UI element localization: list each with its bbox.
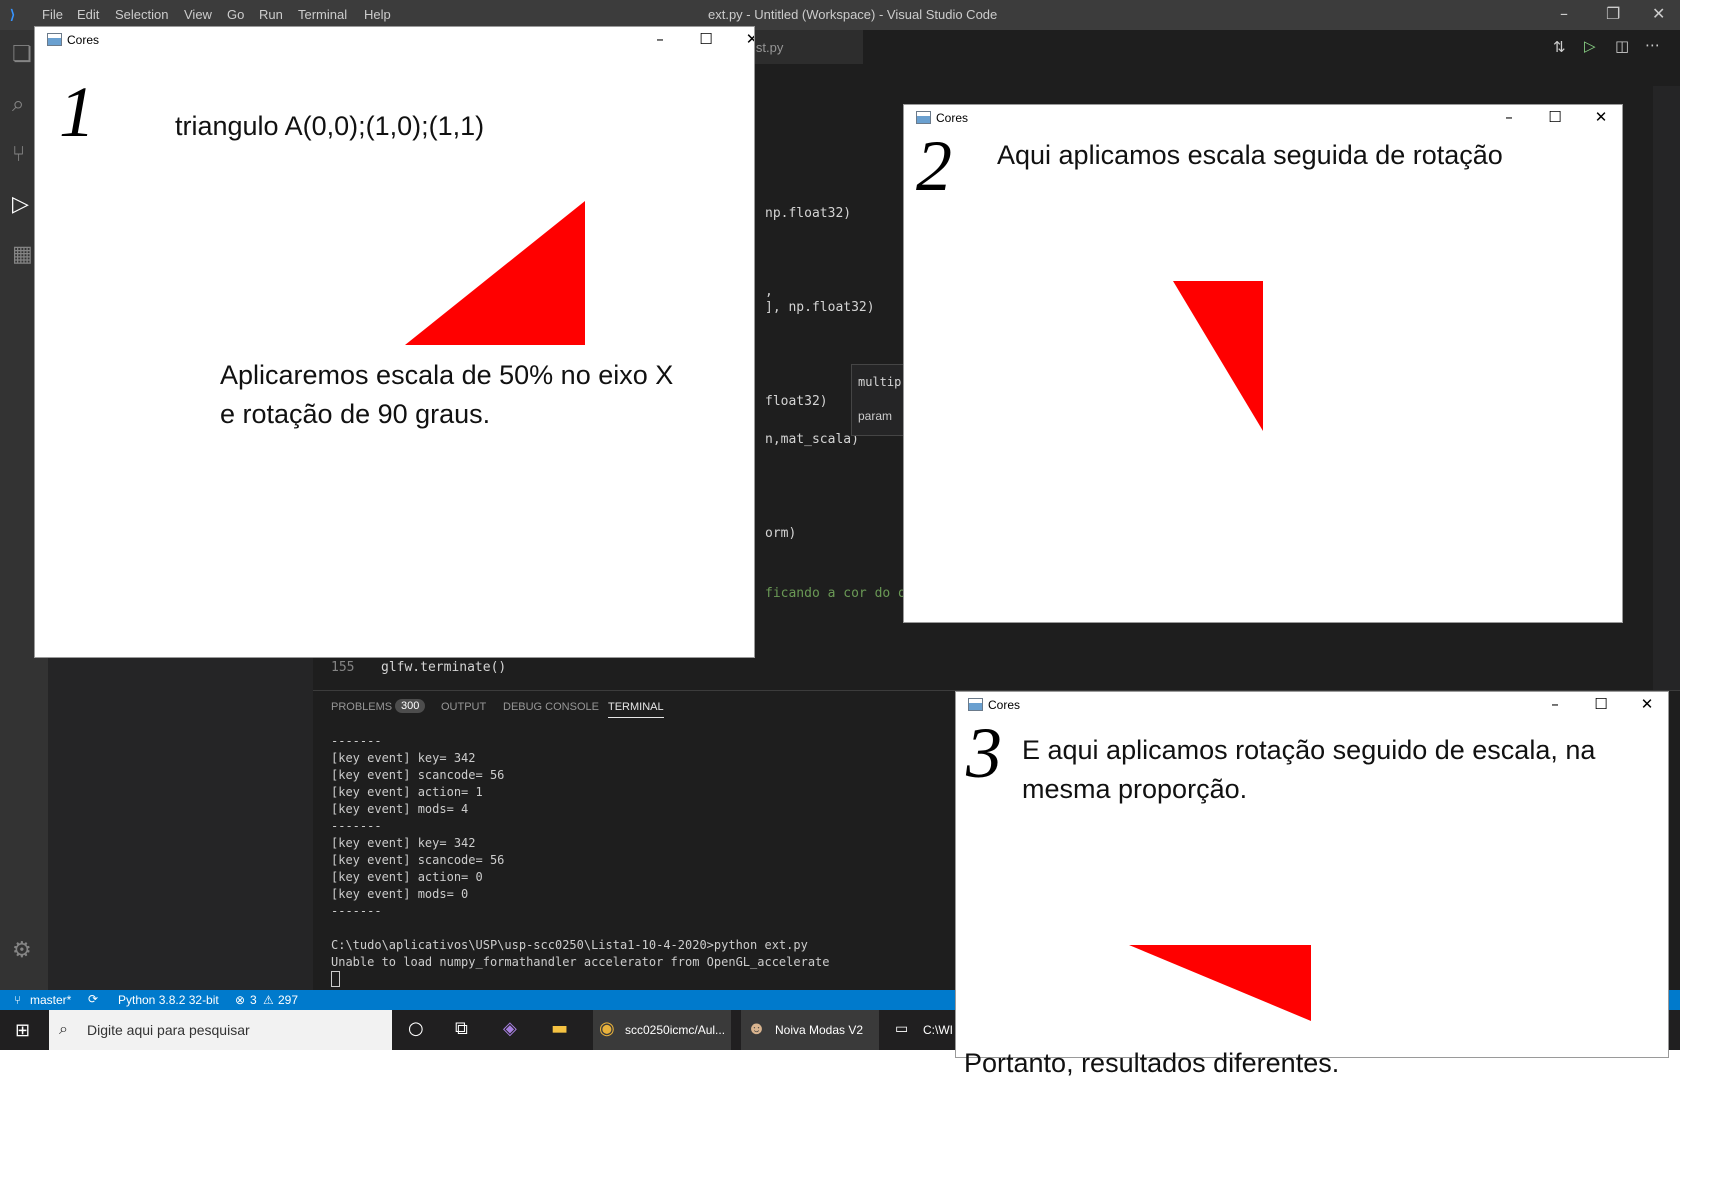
windows-start-icon[interactable]: ⊞ bbox=[15, 1020, 30, 1041]
cores-window-1[interactable]: Cores – ☐ ✕ 1 triangulo A(0,0);(1,0);(1,… bbox=[34, 26, 755, 658]
red-triangle bbox=[1129, 945, 1311, 1021]
sync-icon[interactable]: ⟳ bbox=[88, 992, 98, 1006]
gear-icon[interactable]: ⚙ bbox=[12, 938, 32, 963]
cores-window-2[interactable]: Cores – ☐ ✕ 2 Aqui aplicamos escala segu… bbox=[903, 104, 1623, 623]
menu-view[interactable]: View bbox=[184, 7, 212, 22]
terminal-line: [key event] key= 342 bbox=[331, 836, 476, 850]
cortana-icon[interactable]: ○ bbox=[408, 1018, 424, 1039]
warning-count[interactable]: 297 bbox=[278, 993, 298, 1007]
taskbar-app-label: C:\WI bbox=[923, 1023, 953, 1037]
run-debug-icon[interactable]: ▷ bbox=[12, 192, 29, 217]
user-avatar-icon: ☻ bbox=[747, 1018, 766, 1038]
branch-icon: ⑂ bbox=[14, 993, 22, 1007]
task-view-icon[interactable]: ⧉ bbox=[455, 1018, 468, 1039]
menu-go[interactable]: Go bbox=[227, 7, 244, 22]
editor-tab-label: ist.py bbox=[753, 40, 784, 55]
taskbar-app-label: Noiva Modas V2 bbox=[775, 1023, 864, 1037]
menu-terminal[interactable]: Terminal bbox=[298, 7, 347, 22]
terminal-cursor bbox=[331, 971, 340, 987]
cores-window-3[interactable]: Cores – ☐ ✕ 3 E aqui aplicamos rotação s… bbox=[955, 691, 1669, 1058]
search-icon: ⌕ bbox=[59, 1019, 68, 1038]
code-line: glfw.terminate() bbox=[381, 660, 507, 675]
taskbar-app-label: scc0250icmc/Aul... bbox=[625, 1023, 726, 1037]
split-editor-icon[interactable]: ◫ bbox=[1615, 37, 1629, 55]
conclusion-text: Portanto, resultados diferentes. bbox=[964, 1048, 1340, 1078]
run-icon[interactable]: ▷ bbox=[1584, 37, 1596, 55]
minimize-icon[interactable]: – bbox=[1560, 4, 1568, 23]
terminal-line: [key event] action= 1 bbox=[331, 785, 483, 799]
restore-icon[interactable]: ❐ bbox=[1606, 4, 1620, 23]
annotation-text: e rotação de 90 graus. bbox=[220, 399, 491, 429]
problems-count-badge: 300 bbox=[395, 699, 426, 713]
terminal-line: ------- bbox=[331, 904, 382, 918]
code-line: np.float32) bbox=[765, 206, 852, 221]
error-icon: ⊗ bbox=[235, 993, 246, 1007]
code-comment: ficando a cor do ob bbox=[765, 586, 914, 601]
code-line: n,mat_scala) bbox=[765, 432, 859, 447]
taskbar-app-noiva[interactable]: ☻ Noiva Modas V2 bbox=[741, 1010, 879, 1050]
search-icon[interactable]: ⌕ bbox=[12, 92, 24, 117]
warning-icon: ⚠ bbox=[263, 993, 274, 1007]
chrome-icon: ◉ bbox=[599, 1018, 615, 1038]
code-line: ], np.float32) bbox=[765, 300, 875, 315]
terminal-line: Unable to load numpy_formathandler accel… bbox=[331, 955, 830, 969]
triangle-canvas bbox=[1129, 945, 1311, 1021]
file-explorer-icon[interactable]: ▬ bbox=[551, 1018, 568, 1039]
menu-edit[interactable]: Edit bbox=[77, 7, 99, 22]
explorer-icon[interactable]: ❏ bbox=[12, 42, 32, 67]
extensions-icon[interactable]: ▦ bbox=[12, 242, 33, 267]
menu-run[interactable]: Run bbox=[259, 7, 283, 22]
terminal-line: [key event] scancode= 56 bbox=[331, 768, 505, 782]
triangle-canvas bbox=[1173, 281, 1263, 431]
hover-line: param bbox=[858, 409, 893, 423]
triangle-canvas bbox=[405, 201, 585, 345]
code-line: float32) bbox=[765, 394, 828, 409]
line-number: 155 bbox=[331, 660, 355, 675]
close-icon[interactable]: ✕ bbox=[1652, 4, 1665, 23]
taskbar-app-cmd[interactable]: ▭ C:\WI bbox=[889, 1010, 953, 1050]
vscode-logo-icon: ⟩ bbox=[10, 7, 16, 22]
git-branch[interactable]: master* bbox=[30, 993, 71, 1007]
terminal-line: [key event] mods= 4 bbox=[331, 802, 469, 816]
error-count[interactable]: 3 bbox=[250, 993, 257, 1007]
tab-terminal[interactable]: TERMINAL bbox=[608, 701, 664, 718]
terminal-line: ------- bbox=[331, 734, 382, 748]
minimap[interactable] bbox=[1653, 86, 1680, 690]
terminal-output[interactable]: ------- [key event] key= 342 [key event]… bbox=[331, 733, 830, 987]
code-line: orm) bbox=[765, 526, 797, 541]
annotation-text: Aplicaremos escala de 50% no eixo X bbox=[220, 360, 674, 390]
red-triangle bbox=[405, 201, 585, 345]
tab-problems[interactable]: PROBLEMS bbox=[331, 701, 392, 713]
taskbar-search-box[interactable]: ⌕ Digite aqui para pesquisar bbox=[49, 1010, 392, 1050]
terminal-line: [key event] key= 342 bbox=[331, 751, 476, 765]
compare-icon[interactable]: ⇅ bbox=[1553, 38, 1566, 56]
terminal-line: [key event] mods= 0 bbox=[331, 887, 469, 901]
tab-output[interactable]: OUTPUT bbox=[441, 701, 486, 713]
terminal-line: [key event] scancode= 56 bbox=[331, 853, 505, 867]
editor-tab[interactable]: ist.py bbox=[753, 30, 863, 64]
source-control-icon[interactable]: ⑂ bbox=[12, 142, 25, 167]
tab-debug-console[interactable]: DEBUG CONSOLE bbox=[503, 701, 599, 713]
cmd-icon: ▭ bbox=[895, 1020, 909, 1036]
menu-file[interactable]: File bbox=[42, 7, 63, 22]
more-actions-icon[interactable]: ⋯ bbox=[1645, 36, 1660, 54]
red-triangle bbox=[1173, 281, 1263, 431]
menu-selection[interactable]: Selection bbox=[115, 7, 168, 22]
window-title: ext.py - Untitled (Workspace) - Visual S… bbox=[708, 7, 998, 22]
visual-studio-icon[interactable]: ◈ bbox=[503, 1018, 517, 1039]
code-line: , bbox=[765, 284, 773, 299]
terminal-line: ------- bbox=[331, 819, 382, 833]
taskbar-app-chrome[interactable]: ◉ scc0250icmc/Aul... bbox=[593, 1010, 731, 1050]
hover-line: multip bbox=[858, 375, 902, 389]
python-interpreter[interactable]: Python 3.8.2 32-bit bbox=[118, 993, 219, 1007]
search-placeholder: Digite aqui para pesquisar bbox=[87, 1022, 250, 1038]
terminal-line: C:\tudo\aplicativos\USP\usp-scc0250\List… bbox=[331, 938, 808, 952]
menu-help[interactable]: Help bbox=[364, 7, 391, 22]
terminal-line: [key event] action= 0 bbox=[331, 870, 483, 884]
